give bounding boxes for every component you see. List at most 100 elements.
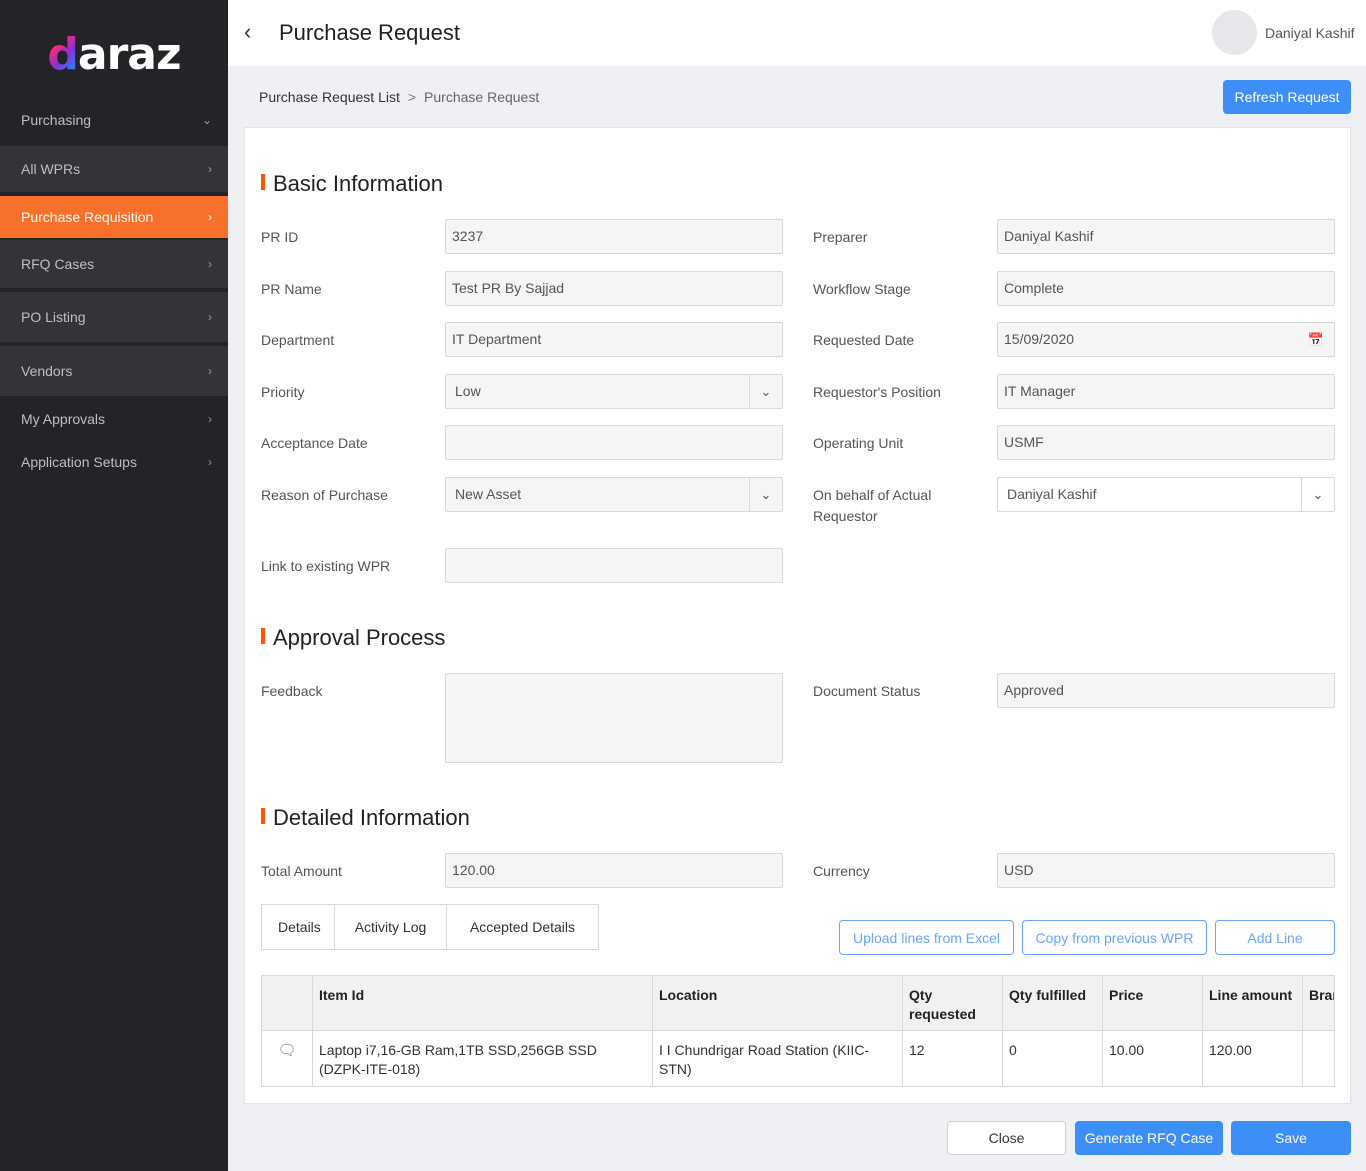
sidebar-item-label: RFQ Cases bbox=[21, 256, 95, 272]
chevron-down-icon[interactable]: ⌄ bbox=[749, 478, 782, 511]
chevron-down-icon[interactable]: ⌄ bbox=[1301, 478, 1334, 511]
priority-label: Priority bbox=[261, 384, 305, 400]
chevron-right-icon: › bbox=[208, 364, 212, 378]
tab-activity-log[interactable]: Activity Log bbox=[335, 905, 447, 949]
acceptance-date-label: Acceptance Date bbox=[261, 435, 368, 451]
tab-details[interactable]: Details bbox=[262, 905, 335, 949]
preparer-field[interactable]: Daniyal Kashif bbox=[997, 219, 1335, 254]
on-behalf-label-line2: Requestor bbox=[813, 508, 878, 524]
generate-rfq-case-button[interactable]: Generate RFQ Case bbox=[1075, 1121, 1223, 1155]
add-line-button[interactable]: Add Line bbox=[1215, 920, 1335, 955]
breadcrumb-parent[interactable]: Purchase Request List bbox=[259, 89, 400, 105]
department-field[interactable]: IT Department bbox=[445, 322, 783, 357]
cell-line-amount: 120.00 bbox=[1203, 1031, 1303, 1086]
table-header-location[interactable]: Location bbox=[653, 976, 903, 1030]
refresh-request-button[interactable]: Refresh Request bbox=[1223, 80, 1351, 114]
link-wpr-field[interactable] bbox=[445, 548, 783, 583]
breadcrumb-current: Purchase Request bbox=[424, 89, 540, 105]
chevron-right-icon: › bbox=[208, 210, 212, 224]
table-header-item-id[interactable]: Item Id bbox=[313, 976, 653, 1030]
on-behalf-label-line1: On behalf of Actual bbox=[813, 487, 932, 503]
pr-name-label: PR Name bbox=[261, 281, 322, 297]
cell-brand bbox=[1303, 1031, 1334, 1086]
currency-field[interactable]: USD bbox=[997, 853, 1335, 888]
sidebar-item-my-approvals[interactable]: My Approvals › bbox=[0, 398, 228, 440]
sidebar-item-application-setups[interactable]: Application Setups › bbox=[0, 442, 228, 482]
acceptance-date-field[interactable] bbox=[445, 425, 783, 460]
reason-select[interactable]: New Asset ⌄ bbox=[445, 477, 783, 512]
sidebar-item-label: All WPRs bbox=[21, 161, 81, 177]
page-title: Purchase Request bbox=[279, 20, 460, 45]
preparer-label: Preparer bbox=[813, 229, 868, 245]
table-header-line-amount[interactable]: Line amount bbox=[1203, 976, 1303, 1030]
reason-value: New Asset bbox=[455, 486, 522, 502]
link-wpr-label: Link to existing WPR bbox=[261, 558, 391, 574]
requested-date-label: Requested Date bbox=[813, 332, 915, 348]
table-header-brand[interactable]: Brand bbox=[1303, 976, 1334, 1030]
table-header-qty-requested[interactable]: Qty requested bbox=[903, 976, 1003, 1030]
currency-label: Currency bbox=[813, 863, 870, 879]
department-label: Department bbox=[261, 332, 335, 348]
sidebar-item-vendors[interactable]: Vendors › bbox=[0, 346, 228, 396]
sidebar-item-label: My Approvals bbox=[21, 411, 106, 427]
section-title-approval: Approval Process bbox=[261, 625, 445, 651]
chevron-right-icon: › bbox=[208, 257, 212, 271]
feedback-textarea[interactable] bbox=[445, 673, 783, 763]
section-title-basic: Basic Information bbox=[261, 171, 443, 197]
sidebar-item-label: Application Setups bbox=[21, 454, 137, 470]
sidebar-item-po-listing[interactable]: PO Listing › bbox=[0, 292, 228, 342]
section-title-detailed: Detailed Information bbox=[261, 805, 470, 831]
calendar-icon[interactable]: 📅 bbox=[1308, 323, 1324, 356]
document-status-field[interactable]: Approved bbox=[997, 673, 1335, 708]
sidebar-item-label: Vendors bbox=[21, 363, 73, 379]
priority-select[interactable]: Low ⌄ bbox=[445, 374, 783, 409]
copy-previous-wpr-button[interactable]: Copy from previous WPR bbox=[1022, 920, 1207, 955]
sidebar-item-label: Purchase Requisition bbox=[21, 209, 154, 225]
breadcrumb: Purchase Request List > Purchase Request bbox=[259, 89, 539, 105]
table-header-price[interactable]: Price bbox=[1103, 976, 1203, 1030]
pr-id-label: PR ID bbox=[261, 229, 299, 245]
sidebar-item-purchase-requisition[interactable]: Purchase Requisition › bbox=[0, 196, 228, 238]
operating-unit-label: Operating Unit bbox=[813, 435, 904, 451]
reason-label: Reason of Purchase bbox=[261, 487, 388, 503]
table-header-row: Item Id Location Qty requested Qty fulfi… bbox=[262, 976, 1334, 1031]
priority-value: Low bbox=[455, 383, 481, 399]
sidebar-item-all-wprs[interactable]: All WPRs › bbox=[0, 146, 228, 192]
workflow-stage-label: Workflow Stage bbox=[813, 281, 911, 297]
table-row[interactable]: 🗨 Laptop i7,16-GB Ram,1TB SSD,256GB SSD … bbox=[262, 1031, 1334, 1086]
cell-qty-fulfilled: 0 bbox=[1003, 1031, 1103, 1086]
requestor-position-field[interactable]: IT Manager bbox=[997, 374, 1335, 409]
workflow-stage-field[interactable]: Complete bbox=[997, 271, 1335, 306]
pr-name-field[interactable]: Test PR By Sajjad bbox=[445, 271, 783, 306]
top-header: ‹ Purchase Request Daniyal Kashif bbox=[228, 0, 1366, 66]
operating-unit-field[interactable]: USMF bbox=[997, 425, 1335, 460]
total-amount-field[interactable]: 120.00 bbox=[445, 853, 783, 888]
breadcrumb-separator: > bbox=[407, 89, 417, 105]
sidebar-item-label: Purchasing bbox=[21, 112, 92, 128]
on-behalf-label: On behalf of Actual Requestor bbox=[813, 485, 931, 527]
back-arrow-icon[interactable]: ‹ bbox=[244, 18, 266, 46]
user-name[interactable]: Daniyal Kashif bbox=[1265, 25, 1355, 41]
close-button[interactable]: Close bbox=[947, 1121, 1066, 1155]
chevron-right-icon: › bbox=[208, 455, 212, 469]
avatar[interactable] bbox=[1212, 10, 1257, 55]
daraz-logo[interactable]: daraz bbox=[0, 0, 228, 108]
table-header-qty-fulfilled[interactable]: Qty fulfilled bbox=[1003, 976, 1103, 1030]
upload-lines-button[interactable]: Upload lines from Excel bbox=[839, 920, 1014, 955]
lines-table: Item Id Location Qty requested Qty fulfi… bbox=[261, 975, 1335, 1087]
sidebar-item-rfq-cases[interactable]: RFQ Cases › bbox=[0, 240, 228, 288]
sidebar-item-purchasing[interactable]: Purchasing ⌄ bbox=[0, 98, 228, 142]
pr-id-field[interactable]: 3237 bbox=[445, 219, 783, 254]
tab-accepted-details[interactable]: Accepted Details bbox=[447, 905, 598, 949]
requestor-position-label: Requestor's Position bbox=[813, 384, 941, 400]
chevron-right-icon: › bbox=[208, 162, 212, 176]
chevron-down-icon: ⌄ bbox=[201, 113, 212, 127]
cell-qty-requested: 12 bbox=[903, 1031, 1003, 1086]
requested-date-field[interactable]: 15/09/2020 📅 bbox=[997, 322, 1335, 357]
on-behalf-select[interactable]: Daniyal Kashif ⌄ bbox=[997, 477, 1335, 512]
chevron-down-icon[interactable]: ⌄ bbox=[749, 375, 782, 408]
comments-icon[interactable]: 🗨 bbox=[262, 1031, 313, 1086]
save-button[interactable]: Save bbox=[1231, 1121, 1351, 1155]
sidebar-item-label: PO Listing bbox=[21, 309, 86, 325]
chevron-right-icon: › bbox=[208, 412, 212, 426]
